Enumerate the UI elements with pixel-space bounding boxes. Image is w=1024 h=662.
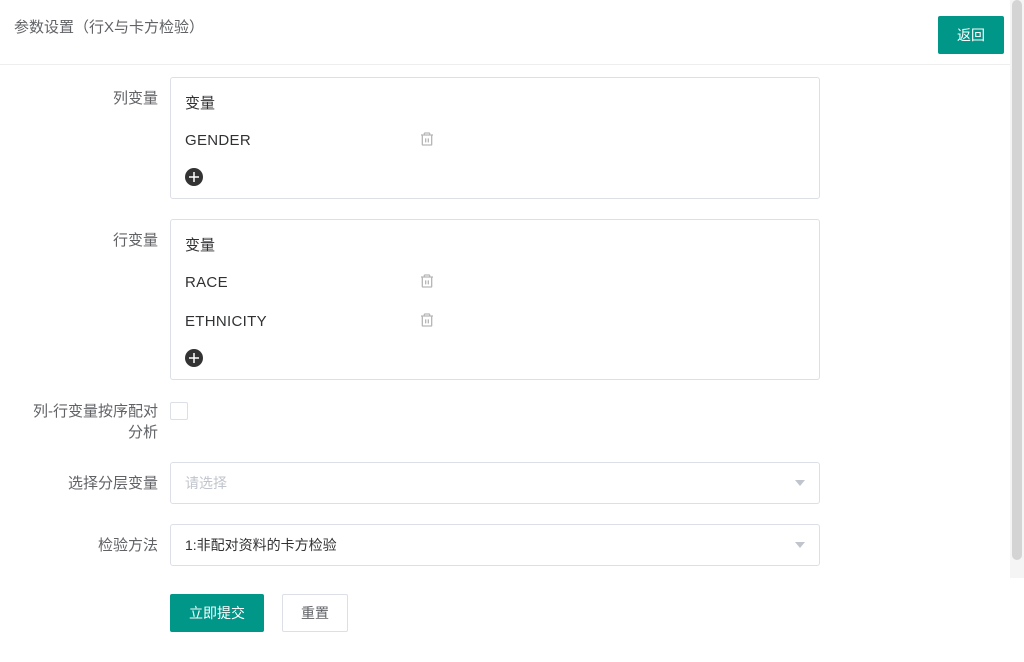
- row-pair-analysis: 列-行变量按序配对分析: [20, 400, 1004, 442]
- row-var-item: RACE: [185, 261, 435, 300]
- add-row-var-button[interactable]: [185, 349, 203, 367]
- pair-analysis-checkbox[interactable]: [170, 402, 188, 420]
- col-var-box-header: 变量: [185, 88, 805, 119]
- label-row-var: 行变量: [20, 219, 170, 250]
- scrollbar-thumb[interactable]: [1012, 0, 1022, 560]
- trash-icon[interactable]: [419, 273, 435, 292]
- row-var-box-header: 变量: [185, 230, 805, 261]
- row-col-var: 列变量 变量 GENDER: [20, 77, 1004, 199]
- row-row-var: 行变量 变量 RACE ETHNICITY: [20, 219, 1004, 380]
- page-title: 参数设置（行X与卡方检验）: [14, 16, 204, 37]
- row-var-box: 变量 RACE ETHNICITY: [170, 219, 820, 380]
- strata-select[interactable]: 请选择: [170, 462, 820, 504]
- method-select[interactable]: 1:非配对资料的卡方检验: [170, 524, 820, 566]
- label-col-var: 列变量: [20, 77, 170, 108]
- strata-select-text: 请选择: [185, 473, 227, 493]
- back-button[interactable]: 返回: [938, 16, 1004, 54]
- control-col-var: 变量 GENDER: [170, 77, 820, 199]
- control-pair-analysis: [170, 400, 820, 423]
- row-strata: 选择分层变量 请选择: [20, 462, 1004, 504]
- col-var-item-name: GENDER: [185, 132, 251, 149]
- control-row-var: 变量 RACE ETHNICITY: [170, 219, 820, 380]
- add-col-var-button[interactable]: [185, 168, 203, 186]
- vertical-scrollbar[interactable]: [1010, 0, 1024, 578]
- col-var-box: 变量 GENDER: [170, 77, 820, 199]
- control-method: 1:非配对资料的卡方检验: [170, 524, 820, 566]
- form-area: 列变量 变量 GENDER: [0, 65, 1024, 662]
- control-strata: 请选择: [170, 462, 820, 504]
- reset-button[interactable]: 重置: [282, 594, 348, 632]
- chevron-down-icon: [795, 480, 805, 486]
- submit-button[interactable]: 立即提交: [170, 594, 264, 632]
- row-var-item-name: ETHNICITY: [185, 313, 267, 330]
- col-var-item: GENDER: [185, 119, 435, 158]
- row-var-item-name: RACE: [185, 274, 228, 291]
- label-method: 检验方法: [20, 524, 170, 555]
- trash-icon[interactable]: [419, 131, 435, 150]
- page-root: 参数设置（行X与卡方检验） 返回 列变量 变量 GENDER: [0, 0, 1024, 662]
- chevron-down-icon: [795, 542, 805, 548]
- label-strata: 选择分层变量: [20, 462, 170, 493]
- trash-icon[interactable]: [419, 312, 435, 331]
- method-select-text: 1:非配对资料的卡方检验: [185, 535, 337, 555]
- page-header: 参数设置（行X与卡方检验） 返回: [0, 0, 1024, 65]
- row-var-item: ETHNICITY: [185, 300, 435, 339]
- label-pair-analysis: 列-行变量按序配对分析: [20, 400, 170, 442]
- row-method: 检验方法 1:非配对资料的卡方检验: [20, 524, 1004, 566]
- action-row: 立即提交 重置: [170, 594, 1004, 632]
